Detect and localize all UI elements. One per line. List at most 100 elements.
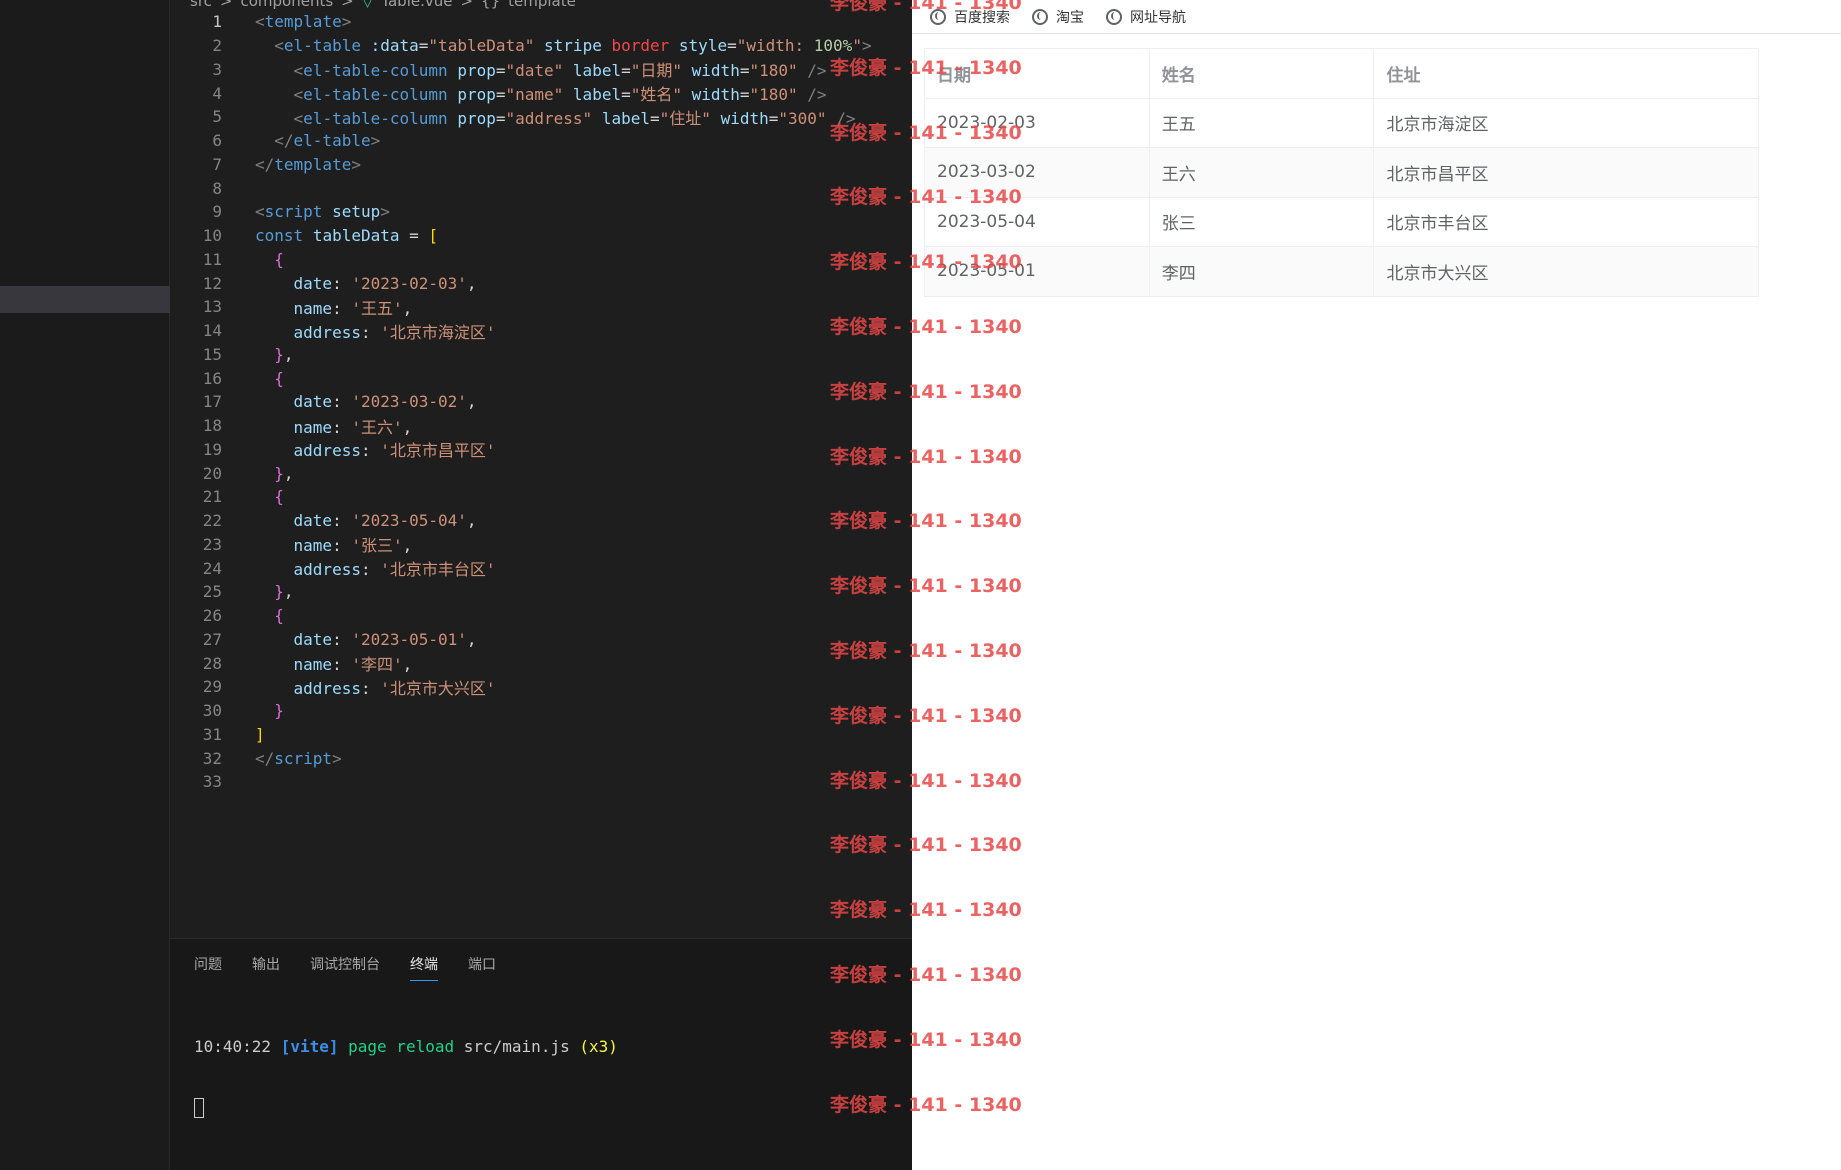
breadcrumb-part[interactable]: src xyxy=(190,0,212,10)
code-line[interactable]: 29 address: '北京市大兴区' xyxy=(170,675,912,699)
table-header-row: 日期 姓名 住址 xyxy=(925,49,1759,99)
panel-tab[interactable]: 输出 xyxy=(252,954,280,981)
breadcrumb-part[interactable]: template xyxy=(508,0,576,10)
code-line[interactable]: 16 { xyxy=(170,366,912,390)
code-line[interactable]: 23 name: '张三', xyxy=(170,533,912,557)
code-line[interactable]: 18 name: '王六', xyxy=(170,414,912,438)
code-line[interactable]: 7 </template> xyxy=(170,153,912,177)
code-line[interactable]: 19 address: '北京市昌平区' xyxy=(170,438,912,462)
code-line[interactable]: 28 name: '李四', xyxy=(170,651,912,675)
line-number: 10 xyxy=(202,226,222,246)
code-line[interactable]: 17 date: '2023-03-02', xyxy=(170,390,912,414)
table-row[interactable]: 2023-05-01 李四 北京市大兴区 xyxy=(925,247,1759,297)
code-line[interactable]: 8 xyxy=(170,176,912,200)
table-cell: 李四 xyxy=(1149,247,1375,297)
table-cell: 2023-05-01 xyxy=(925,247,1150,297)
globe-icon xyxy=(1106,8,1122,25)
line-text: address: '北京市昌平区' xyxy=(293,441,496,461)
line-text: } xyxy=(274,701,284,721)
bookmark-item[interactable]: 网址导航 xyxy=(1106,7,1186,27)
panel-tab[interactable]: 终端 xyxy=(410,954,438,981)
code-line[interactable]: 21 { xyxy=(170,485,912,509)
code-line[interactable]: 33 xyxy=(170,770,912,794)
code-line[interactable]: 31] xyxy=(170,723,912,747)
line-number: 17 xyxy=(202,392,222,412)
code-line[interactable]: 20 }, xyxy=(170,461,912,485)
globe-icon xyxy=(1032,8,1048,25)
terminal-output[interactable]: 10:40:22 [vite] page reload src/main.js … xyxy=(194,999,618,1160)
table-cell: 北京市丰台区 xyxy=(1374,197,1759,247)
panel-tab[interactable]: 端口 xyxy=(468,954,496,981)
table-cell: 北京市昌平区 xyxy=(1374,148,1759,198)
line-number: 26 xyxy=(202,606,222,626)
table-header-cell[interactable]: 姓名 xyxy=(1149,49,1375,99)
breadcrumb-part[interactable]: Table.vue xyxy=(381,0,452,10)
code-line[interactable]: 10 const tableData = [ xyxy=(170,224,912,248)
code-line[interactable]: 9 <script setup> xyxy=(170,200,912,224)
line-number: 12 xyxy=(202,273,222,293)
code-lines[interactable]: 1 <template> 2 <el-table :data="tableData"… xyxy=(170,10,912,794)
sidebar-selected-row[interactable] xyxy=(0,286,170,313)
code-line[interactable]: 13 name: '王五', xyxy=(170,295,912,319)
code-line[interactable]: 2 <el-table :data="tableData" stripe bor… xyxy=(170,34,912,58)
line-text: name: '王六', xyxy=(293,417,413,437)
line-number: 30 xyxy=(202,701,222,721)
breadcrumb-part[interactable]: {} xyxy=(481,0,500,10)
code-line[interactable]: 15 }, xyxy=(170,343,912,367)
code-line[interactable]: 30 } xyxy=(170,699,912,723)
code-line[interactable]: 12 date: '2023-02-03', xyxy=(170,271,912,295)
browser-view: 百度搜索 淘宝 网址导航 日期 姓名 住址 2023-02-03 王五 北京市海淀区 2023-… xyxy=(912,0,1841,1170)
panel-tab[interactable]: 问题 xyxy=(194,954,222,981)
table-header-cell[interactable]: 住址 xyxy=(1374,49,1759,99)
breadcrumb[interactable]: src > components > ▽ Table.vue > {} template xyxy=(170,0,584,10)
line-text: <template> xyxy=(255,12,352,32)
line-number: 3 xyxy=(212,59,222,79)
breadcrumb-part[interactable]: > xyxy=(220,0,233,10)
panel-tab[interactable]: 调试控制台 xyxy=(310,954,380,981)
line-number: 20 xyxy=(202,463,222,483)
code-line[interactable]: 1 <template> xyxy=(170,10,912,34)
breadcrumb-part[interactable]: components xyxy=(240,0,333,10)
table-row[interactable]: 2023-05-04 张三 北京市丰台区 xyxy=(925,197,1759,247)
breadcrumb-part[interactable]: > xyxy=(460,0,473,10)
table-header-cell[interactable]: 日期 xyxy=(925,49,1150,99)
breadcrumb-part[interactable]: > xyxy=(341,0,354,10)
line-text: name: '李四', xyxy=(293,655,413,675)
line-number: 5 xyxy=(212,107,222,127)
table-cell: 2023-02-03 xyxy=(925,98,1150,148)
code-line[interactable]: 3 <el-table-column prop="date" label="日期… xyxy=(170,58,912,82)
bookmark-item[interactable]: 百度搜索 xyxy=(930,7,1010,27)
bookmark-label: 百度搜索 xyxy=(954,9,1010,26)
code-line[interactable]: 6 </el-table> xyxy=(170,129,912,153)
code-line[interactable]: 14 address: '北京市海淀区' xyxy=(170,319,912,343)
table-row[interactable]: 2023-02-03 王五 北京市海淀区 xyxy=(925,98,1759,148)
bottom-panel: 问题 输出 调试控制台 终端 端口 10:40:22 [vite] page reloa… xyxy=(170,938,912,1170)
terminal-vite-tag: [vite] xyxy=(280,1037,339,1056)
breadcrumb-part[interactable]: ▽ xyxy=(362,0,374,10)
line-text: <el-table-column prop="address" label="住… xyxy=(293,108,856,128)
code-line[interactable]: 22 date: '2023-05-04', xyxy=(170,509,912,533)
bookmark-item[interactable]: 淘宝 xyxy=(1032,7,1084,27)
table-row[interactable]: 2023-03-02 王六 北京市昌平区 xyxy=(925,148,1759,198)
line-number: 6 xyxy=(212,131,222,151)
code-line[interactable]: 4 <el-table-column prop="name" label="姓名… xyxy=(170,81,912,105)
line-text: </el-table> xyxy=(274,131,381,151)
code-line[interactable]: 25 }, xyxy=(170,580,912,604)
line-text: name: '张三', xyxy=(293,536,413,556)
line-number: 28 xyxy=(202,653,222,673)
code-line[interactable]: 5 <el-table-column prop="address" label=… xyxy=(170,105,912,129)
code-line[interactable]: 24 address: '北京市丰台区' xyxy=(170,556,912,580)
line-text: date: '2023-03-02', xyxy=(293,392,477,412)
line-number: 18 xyxy=(202,416,222,436)
code-line[interactable]: 11 { xyxy=(170,248,912,272)
code-editor[interactable]: src > components > ▽ Table.vue > {} template 1 <t… xyxy=(170,0,912,938)
globe-icon xyxy=(930,8,946,25)
table-cell: 张三 xyxy=(1149,197,1375,247)
code-line[interactable]: 27 date: '2023-05-01', xyxy=(170,628,912,652)
line-number: 13 xyxy=(202,297,222,317)
terminal-cursor[interactable] xyxy=(194,1098,204,1118)
code-line[interactable]: 32 </script> xyxy=(170,746,912,770)
line-number: 32 xyxy=(202,748,222,768)
code-line[interactable]: 26 { xyxy=(170,604,912,628)
data-table: 日期 姓名 住址 2023-02-03 王五 北京市海淀区 2023-03-02 王六 北京市昌… xyxy=(924,48,1759,297)
